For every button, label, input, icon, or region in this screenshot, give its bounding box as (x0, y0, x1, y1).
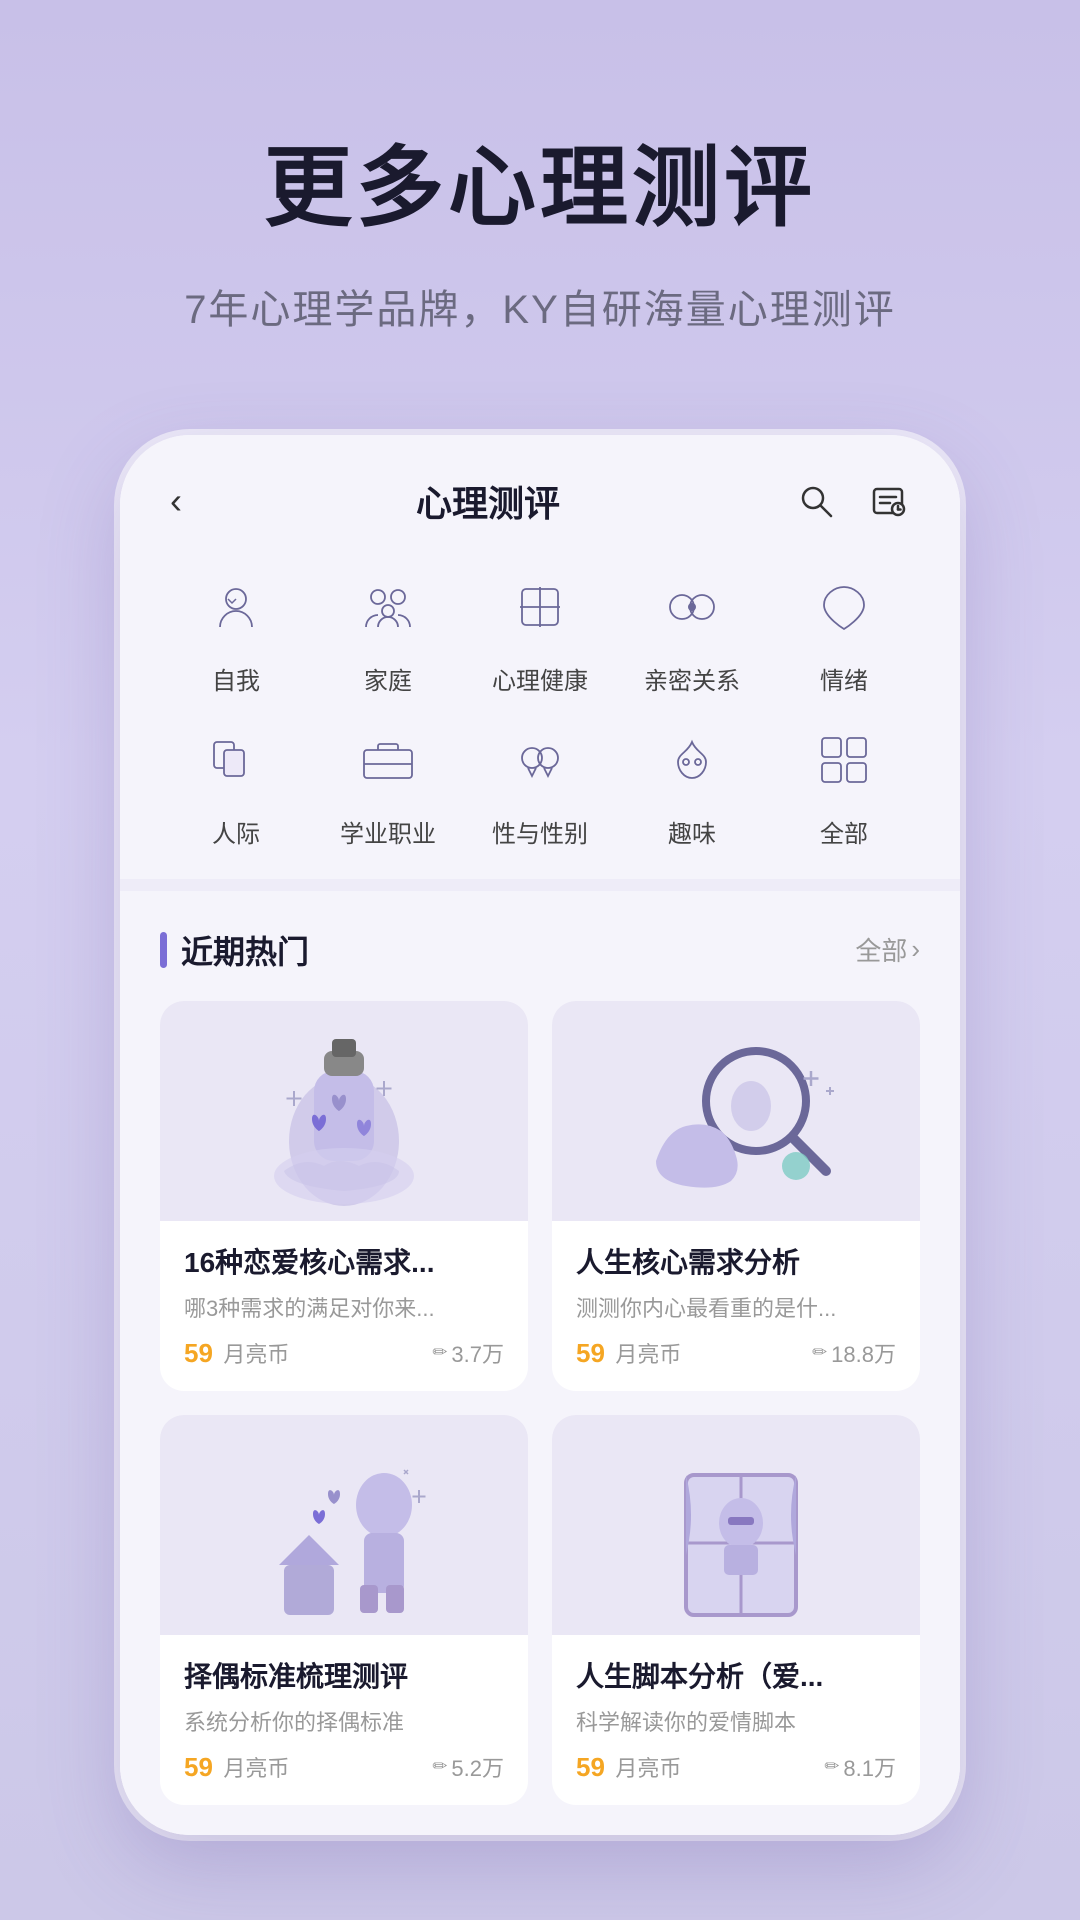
category-interest[interactable]: 趣味 (616, 720, 768, 849)
card-4[interactable]: 人生脚本分析（爱... 科学解读你的爱情脚本 59 月亮币 ✏ 8.1万 (552, 1415, 920, 1805)
card-2[interactable]: 人生核心需求分析 测测你内心最看重的是什... 59 月亮币 ✏ 18.8万 (552, 1001, 920, 1391)
hot-title: 近期热门 (181, 927, 309, 973)
hero-section: 更多心理测评 7年心理学品牌，KY自研海量心理测评 (0, 0, 1080, 415)
card-3-count: ✏ 5.2万 (432, 1751, 504, 1783)
gender-icon (500, 720, 580, 800)
card-3-image (160, 1415, 528, 1635)
card-1-image (160, 1001, 528, 1221)
category-emotion-label: 情绪 (820, 661, 868, 696)
card-3-price-unit: 月亮币 (223, 1756, 289, 1781)
hero-subtitle: 7年心理学品牌，KY自研海量心理测评 (60, 277, 1020, 335)
category-career[interactable]: 学业职业 (312, 720, 464, 849)
category-interest-label: 趣味 (668, 814, 716, 849)
card-3-price: 59 (184, 1752, 213, 1782)
card-2-footer: 59 月亮币 ✏ 18.8万 (576, 1337, 896, 1369)
card-4-footer: 59 月亮币 ✏ 8.1万 (576, 1751, 896, 1783)
card-2-body: 人生核心需求分析 测测你内心最看重的是什... 59 月亮币 ✏ 18.8万 (552, 1221, 920, 1391)
card-2-price-unit: 月亮币 (615, 1342, 681, 1367)
phone-mockup: ‹ 心理测评 (120, 435, 960, 1835)
hero-title: 更多心理测评 (60, 140, 1020, 237)
card-4-count: ✏ 8.1万 (824, 1751, 896, 1783)
nav-title: 心理测评 (416, 475, 560, 527)
category-section: 自我 家庭 心理健康 (120, 547, 960, 879)
mental-health-icon (500, 567, 580, 647)
search-icon[interactable] (794, 479, 838, 523)
card-1-price-unit: 月亮币 (223, 1342, 289, 1367)
category-grid: 自我 家庭 心理健康 (160, 567, 920, 849)
card-1-count: ✏ 3.7万 (432, 1337, 504, 1369)
card-3[interactable]: 择偶标准梳理测评 系统分析你的择偶标准 59 月亮币 ✏ 5.2万 (160, 1415, 528, 1805)
card-4-title: 人生脚本分析（爱... (576, 1655, 896, 1695)
family-icon (348, 567, 428, 647)
card-3-desc: 系统分析你的择偶标准 (184, 1705, 504, 1737)
pencil-icon-3: ✏ (432, 1756, 447, 1777)
pencil-icon-1: ✏ (432, 1342, 447, 1363)
category-family-label: 家庭 (364, 661, 412, 696)
card-4-price-unit: 月亮币 (615, 1756, 681, 1781)
hot-bar-decoration (160, 932, 167, 968)
card-3-body: 择偶标准梳理测评 系统分析你的择偶标准 59 月亮币 ✏ 5.2万 (160, 1635, 528, 1805)
card-1-footer: 59 月亮币 ✏ 3.7万 (184, 1337, 504, 1369)
nav-icons (794, 479, 910, 523)
card-2-desc: 测测你内心最看重的是什... (576, 1291, 896, 1323)
emotion-icon (804, 567, 884, 647)
category-family[interactable]: 家庭 (312, 567, 464, 696)
pencil-icon-4: ✏ (824, 1756, 839, 1777)
card-1-desc: 哪3种需求的满足对你来... (184, 1291, 504, 1323)
pencil-icon-2: ✏ (812, 1342, 827, 1363)
card-1-body: 16种恋爱核心需求... 哪3种需求的满足对你来... 59 月亮币 ✏ 3.7… (160, 1221, 528, 1391)
hot-section: 近期热门 全部 › (120, 891, 960, 1835)
category-interpersonal-label: 人际 (212, 814, 260, 849)
card-1-price: 59 (184, 1338, 213, 1368)
grid-icon (804, 720, 884, 800)
interest-icon (652, 720, 732, 800)
card-2-image (552, 1001, 920, 1221)
category-career-label: 学业职业 (340, 814, 436, 849)
card-1-title: 16种恋爱核心需求... (184, 1241, 504, 1281)
category-gender-label: 性与性别 (492, 814, 588, 849)
category-self-label: 自我 (212, 661, 260, 696)
career-icon (348, 720, 428, 800)
card-3-footer: 59 月亮币 ✏ 5.2万 (184, 1751, 504, 1783)
relationship-icon (652, 567, 732, 647)
category-mental-health-label: 心理健康 (492, 661, 588, 696)
self-icon (196, 567, 276, 647)
interpersonal-icon (196, 720, 276, 800)
category-self[interactable]: 自我 (160, 567, 312, 696)
category-mental-health[interactable]: 心理健康 (464, 567, 616, 696)
category-all[interactable]: 全部 (768, 720, 920, 849)
hot-all-button[interactable]: 全部 › (855, 931, 920, 968)
hot-header: 近期热门 全部 › (160, 927, 920, 973)
card-2-count: ✏ 18.8万 (812, 1337, 896, 1369)
section-divider (120, 879, 960, 891)
category-gender[interactable]: 性与性别 (464, 720, 616, 849)
back-button[interactable]: ‹ (170, 480, 182, 522)
category-relationship[interactable]: 亲密关系 (616, 567, 768, 696)
hot-title-wrap: 近期热门 (160, 927, 309, 973)
card-2-title: 人生核心需求分析 (576, 1241, 896, 1281)
card-4-desc: 科学解读你的爱情脚本 (576, 1705, 896, 1737)
nav-bar: ‹ 心理测评 (120, 435, 960, 547)
cards-grid: 16种恋爱核心需求... 哪3种需求的满足对你来... 59 月亮币 ✏ 3.7… (160, 1001, 920, 1805)
category-emotion[interactable]: 情绪 (768, 567, 920, 696)
card-4-price: 59 (576, 1752, 605, 1782)
card-3-title: 择偶标准梳理测评 (184, 1655, 504, 1695)
category-relationship-label: 亲密关系 (644, 661, 740, 696)
card-2-price: 59 (576, 1338, 605, 1368)
card-1[interactable]: 16种恋爱核心需求... 哪3种需求的满足对你来... 59 月亮币 ✏ 3.7… (160, 1001, 528, 1391)
card-4-image (552, 1415, 920, 1635)
card-4-body: 人生脚本分析（爱... 科学解读你的爱情脚本 59 月亮币 ✏ 8.1万 (552, 1635, 920, 1805)
history-icon[interactable] (866, 479, 910, 523)
category-all-label: 全部 (820, 814, 868, 849)
category-interpersonal[interactable]: 人际 (160, 720, 312, 849)
